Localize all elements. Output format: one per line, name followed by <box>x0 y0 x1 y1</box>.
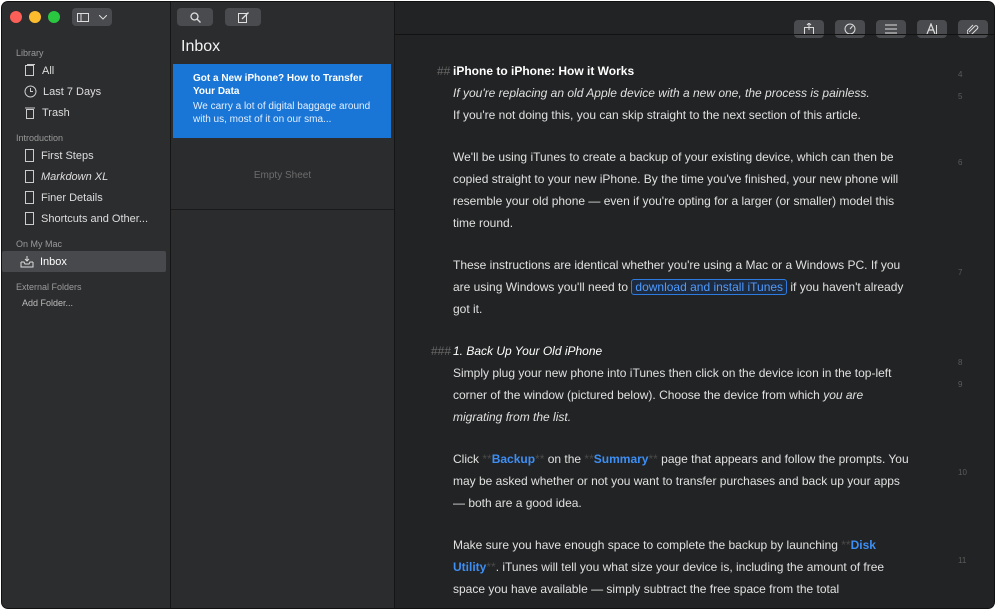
paragraph-5-text-mid: on the <box>544 452 585 466</box>
sidebar-item-label: Shortcuts and Other... <box>41 212 149 225</box>
sidebar-item-label: Inbox <box>40 255 67 268</box>
heading-text: iPhone to iPhone: How it Works <box>453 64 635 78</box>
share-button[interactable] <box>794 20 824 38</box>
app-window: Library All Last 7 Days Trash Introducti… <box>2 2 994 608</box>
library-sidebar: Library All Last 7 Days Trash Introducti… <box>2 2 171 608</box>
sheet-list-title: Inbox <box>181 38 221 55</box>
zoom-window-button[interactable] <box>48 11 60 23</box>
bold-mark: ** <box>841 538 851 552</box>
sheet-divider <box>171 209 394 210</box>
sheet-item-preview: We carry a lot of digital baggage around… <box>193 101 371 125</box>
sidebar-item-label: Finer Details <box>41 191 103 204</box>
on-my-mac-section-label: On My Mac <box>16 239 63 249</box>
library-section-label: Library <box>16 48 44 58</box>
document-icon <box>25 149 34 162</box>
add-folder-button[interactable]: Add Folder... <box>2 294 170 312</box>
paragraph-5: Click **Backup** on the **Summary** page… <box>453 448 913 514</box>
paragraph-1-italic: If you're replacing an old Apple device … <box>453 86 870 100</box>
document-icon <box>25 212 34 225</box>
bold-mark: ** <box>482 452 492 466</box>
introduction-section-label: Introduction <box>16 133 64 143</box>
paragraph-5-text: Click <box>453 452 483 466</box>
chevron-down-icon <box>99 14 107 20</box>
sidebar-icon <box>77 12 89 22</box>
sheet-list-toolbar <box>177 8 261 26</box>
paragraph-4: Simply plug your new phone into iTunes t… <box>453 362 913 428</box>
paragraph-3: These instructions are identical whether… <box>453 254 913 320</box>
attachments-button[interactable] <box>876 20 906 38</box>
bold-mark: ** <box>535 452 545 466</box>
document-icon <box>25 170 34 183</box>
sidebar-item-label: First Steps <box>41 149 94 162</box>
document-icon <box>25 191 34 204</box>
keyword-button[interactable] <box>958 20 988 38</box>
subheading-text: 1. Back Up Your Old iPhone <box>453 344 603 358</box>
sheet-item-selected[interactable]: Got a New iPhone? How to Transfer Your D… <box>173 64 391 138</box>
backup-strong: Backup <box>491 452 536 466</box>
line-number: 11 <box>958 556 967 565</box>
line-number: 7 <box>958 268 963 277</box>
window-controls <box>10 11 60 23</box>
list-icon <box>885 24 897 34</box>
sidebar-item-last-7-days[interactable]: Last 7 Days <box>2 81 170 102</box>
markdown-heading-mark: ## <box>437 64 451 78</box>
toolbar-divider <box>395 34 994 35</box>
line-number: 10 <box>958 468 967 477</box>
paragraph-6-text-end: . iTunes will tell you what size your de… <box>453 560 885 596</box>
line-number: 9 <box>958 380 963 389</box>
paragraph-1: If you're replacing an old Apple device … <box>453 82 913 126</box>
paragraph-6-text: Make sure you have enough space to compl… <box>453 538 842 552</box>
line-number: 4 <box>958 70 963 79</box>
sidebar-item-all[interactable]: All <box>2 60 170 81</box>
search-button[interactable] <box>177 8 213 26</box>
document-heading: ## iPhone to iPhone: How it Works <box>437 60 913 82</box>
external-folders-section-label: External Folders <box>16 282 82 292</box>
line-number: 5 <box>958 92 963 101</box>
document-text[interactable]: ## iPhone to iPhone: How it Works If you… <box>431 60 913 608</box>
paragraph-2: We'll be using iTunes to create a backup… <box>453 150 899 230</box>
line-number: 6 <box>958 158 963 167</box>
sidebar-item-trash[interactable]: Trash <box>2 102 170 123</box>
new-sheet-button[interactable] <box>225 8 261 26</box>
close-window-button[interactable] <box>10 11 22 23</box>
sidebar-item-label: Trash <box>42 106 70 119</box>
summary-strong: Summary <box>593 452 649 466</box>
sidebar-toggle-button[interactable] <box>72 8 112 26</box>
empty-sheet-label: Empty Sheet <box>253 170 312 181</box>
sidebar-item-label: All <box>42 64 55 77</box>
sidebar-item-shortcuts[interactable]: Shortcuts and Other... <box>2 208 170 229</box>
markdown-heading-mark: ### <box>431 344 452 358</box>
bold-mark: ** <box>486 560 496 574</box>
sidebar-item-markdown-xl[interactable]: Markdown XL <box>2 166 170 187</box>
bold-mark: ** <box>584 452 594 466</box>
sidebar-item-finer-details[interactable]: Finer Details <box>2 187 170 208</box>
itunes-download-link[interactable]: download and install iTunes <box>631 279 788 295</box>
statistics-button[interactable] <box>835 20 865 38</box>
minimize-window-button[interactable] <box>29 11 41 23</box>
text-style-button[interactable] <box>917 20 947 38</box>
editor-toolbar <box>794 20 988 38</box>
inbox-icon <box>20 255 34 267</box>
document-subheading: ### 1. Back Up Your Old iPhone <box>431 340 913 362</box>
compose-icon <box>237 11 249 23</box>
bold-mark: ** <box>648 452 658 466</box>
editor-pane: 4 5 6 7 8 9 10 11 ## iPhone to iPhone: H… <box>395 2 994 608</box>
paragraph-1-text: If you're not doing this, you can skip s… <box>453 108 861 122</box>
sheet-list-pane: Inbox Got a New iPhone? How to Transfer … <box>171 2 395 608</box>
paragraph-6: Make sure you have enough space to compl… <box>453 534 913 600</box>
sidebar-item-inbox[interactable]: Inbox <box>2 251 166 272</box>
sidebar-item-first-steps[interactable]: First Steps <box>2 145 170 166</box>
trash-icon <box>25 107 35 119</box>
clock-icon <box>24 85 37 98</box>
sidebar-item-label: Last 7 Days <box>43 85 102 98</box>
sheet-item-title: Got a New iPhone? How to Transfer Your D… <box>193 73 363 97</box>
search-icon <box>189 11 201 23</box>
sidebar-item-label: Markdown XL <box>41 170 109 183</box>
document-stack-icon <box>25 64 35 76</box>
line-number: 8 <box>958 358 963 367</box>
